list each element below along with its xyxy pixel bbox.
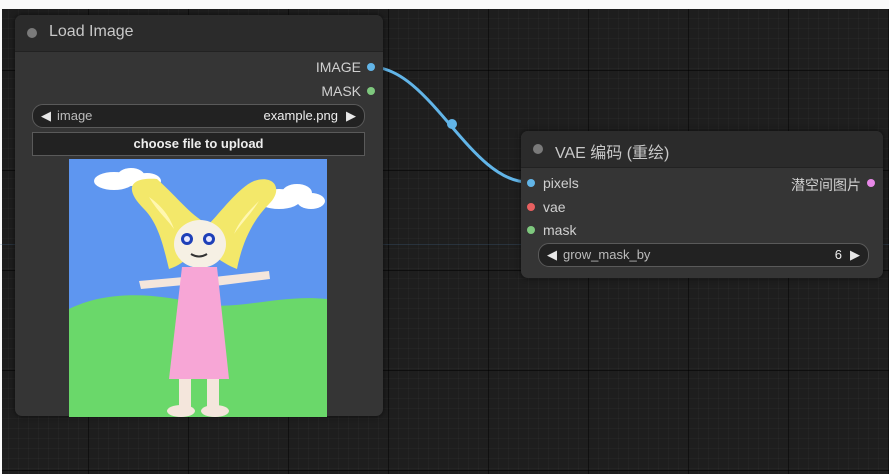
image-preview	[69, 159, 327, 417]
load-image-node-header[interactable]: Load Image	[15, 15, 383, 52]
input-vae-slot[interactable]	[527, 203, 535, 211]
vae-node-header[interactable]: VAE 编码 (重绘)	[521, 131, 883, 168]
arrow-right-icon[interactable]: ▶	[850, 247, 860, 263]
node-title: Load Image	[49, 23, 134, 40]
image-combo-widget[interactable]: ◀ image example.png ▶	[32, 104, 365, 128]
image-widget-label: image	[57, 108, 93, 123]
output-mask-label: MASK	[321, 83, 361, 99]
image-widget-value: example.png	[263, 108, 338, 123]
input-mask-slot[interactable]	[527, 226, 535, 234]
output-latent-label: 潜空间图片	[791, 177, 861, 193]
collapse-dot-icon[interactable]	[533, 144, 543, 154]
choose-file-button[interactable]: choose file to upload	[32, 132, 365, 156]
preview-drawing	[69, 159, 327, 417]
output-image-label: IMAGE	[315, 59, 361, 75]
arrow-left-icon[interactable]: ◀	[41, 108, 51, 124]
vae-encode-inpaint-node[interactable]: VAE 编码 (重绘) pixels vae mask 潜空间图片 ◀ grow…	[521, 131, 883, 278]
input-pixels-label: pixels	[543, 175, 579, 191]
grow-mask-widget[interactable]: ◀ grow_mask_by 6 ▶	[538, 243, 869, 267]
input-pixels-slot[interactable]	[527, 179, 535, 187]
input-mask-label: mask	[543, 222, 577, 238]
node-title: VAE 编码 (重绘)	[555, 145, 670, 162]
output-latent-slot[interactable]	[867, 179, 875, 187]
arrow-left-icon[interactable]: ◀	[547, 247, 557, 263]
collapse-dot-icon[interactable]	[27, 28, 37, 38]
link-midpoint-handle[interactable]	[447, 119, 457, 129]
grow-mask-value: 6	[834, 247, 842, 262]
input-vae-label: vae	[543, 199, 566, 215]
output-image-slot[interactable]	[367, 63, 375, 71]
load-image-node[interactable]: Load Image IMAGE MASK ◀ image example.pn…	[15, 15, 383, 417]
grow-mask-label: grow_mask_by	[563, 247, 651, 262]
output-mask-slot[interactable]	[367, 87, 375, 95]
arrow-right-icon[interactable]: ▶	[346, 108, 356, 124]
graph-canvas[interactable]: Load Image IMAGE MASK ◀ image example.pn…	[0, 0, 889, 474]
